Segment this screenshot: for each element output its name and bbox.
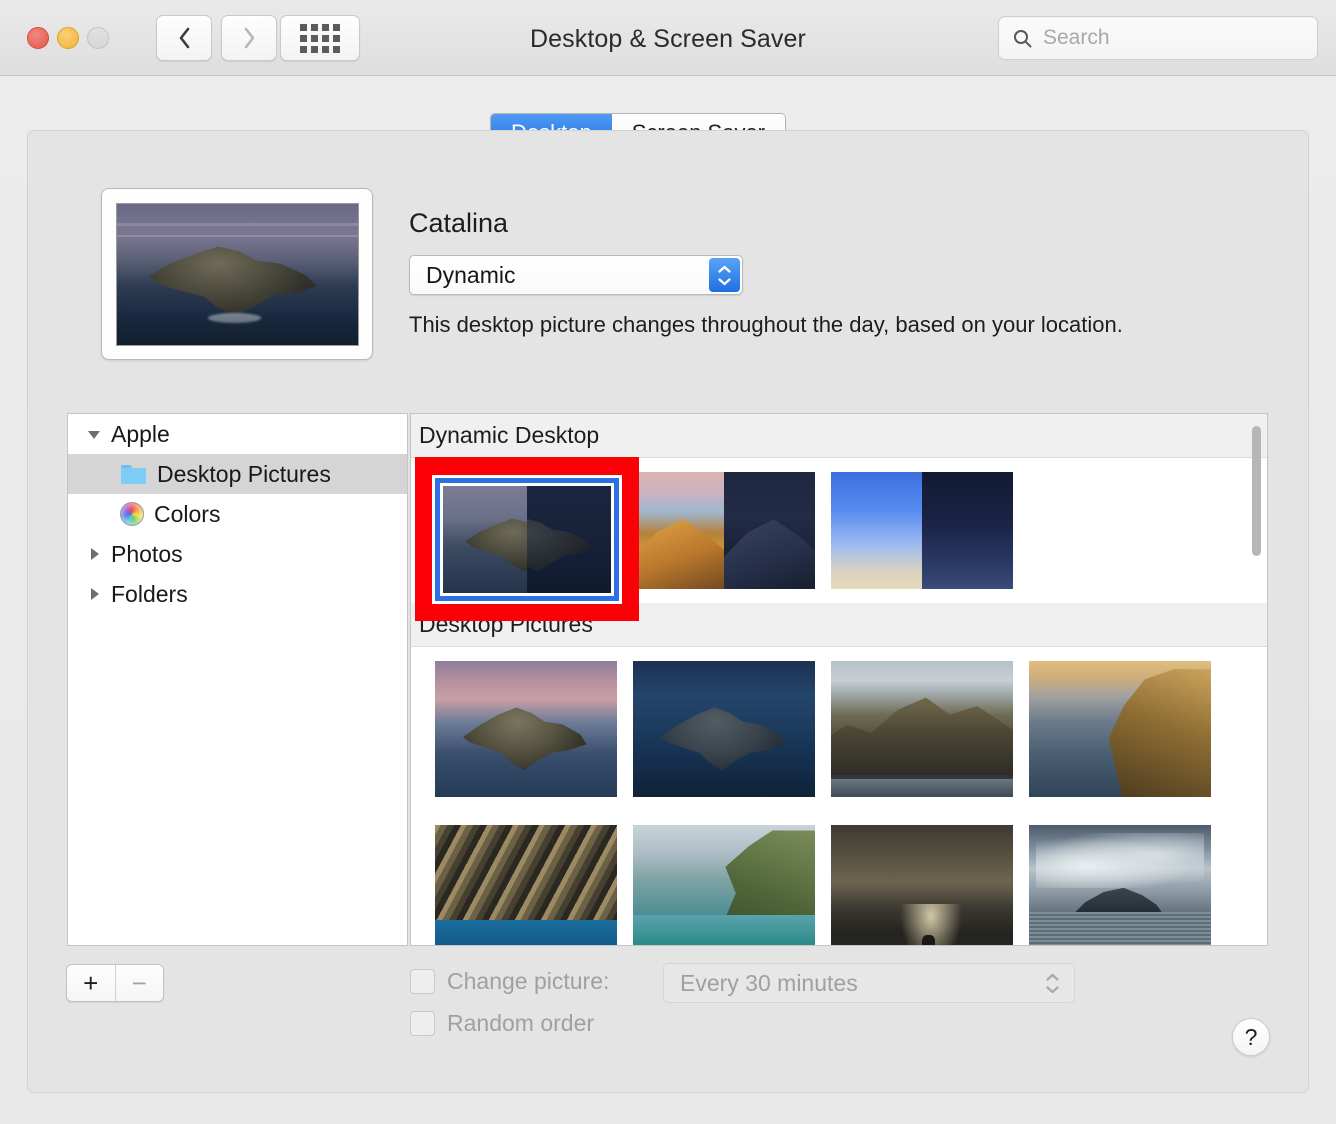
color-wheel-icon [120, 502, 144, 526]
search-field[interactable]: Search [998, 16, 1318, 60]
search-placeholder: Search [1043, 26, 1110, 50]
stepper-arrows-icon[interactable] [709, 258, 740, 292]
thumbnail-cell[interactable] [633, 825, 831, 946]
thumbnail-catalina-dynamic[interactable] [443, 486, 611, 593]
thumbnail-catalina-night[interactable] [633, 661, 815, 797]
thumbnail-cell[interactable] [633, 661, 831, 797]
current-picture-preview [101, 188, 373, 360]
selection-annotation-box [415, 457, 639, 621]
picture-description: This desktop picture changes throughout … [409, 312, 1123, 338]
change-interval-popup: Every 30 minutes [663, 963, 1075, 1003]
preview-image-catalina [116, 203, 359, 346]
desktop-pictures-row-1 [411, 647, 1267, 811]
picture-name-label: Catalina [409, 208, 508, 239]
search-icon [1013, 29, 1032, 48]
title-bar: Desktop & Screen Saver Search [0, 0, 1336, 76]
selection-ring-inner [440, 483, 614, 596]
sidebar-item-label: Photos [111, 541, 183, 568]
thumbnail-catalina-coast[interactable] [831, 661, 1013, 797]
picture-style-popup[interactable]: Dynamic [409, 255, 743, 295]
thumbnail-catalina-cliff[interactable] [1029, 661, 1211, 797]
sidebar-item-label: Colors [154, 501, 220, 528]
sidebar-item-label: Apple [111, 421, 170, 448]
disclosure-triangle-down-icon[interactable] [86, 426, 102, 442]
sidebar-item-apple[interactable]: Apple [68, 414, 407, 454]
change-picture-checkbox [410, 969, 435, 994]
thumbnail-catalina-rock[interactable] [435, 825, 617, 946]
change-interval-value: Every 30 minutes [680, 970, 858, 997]
thumbnail-catalina-shore[interactable] [633, 825, 815, 946]
random-order-label: Random order [447, 1010, 594, 1037]
picture-style-value: Dynamic [426, 262, 515, 289]
thumbnail-cell[interactable] [831, 825, 1029, 946]
change-picture-label: Change picture: [447, 968, 609, 995]
thumbnail-cell[interactable] [1029, 825, 1227, 946]
disclosure-triangle-right-icon[interactable] [86, 586, 102, 602]
sidebar-item-label: Desktop Pictures [157, 461, 331, 488]
thumbnail-cell[interactable] [831, 472, 1029, 589]
grid-scrollbar[interactable] [1250, 418, 1263, 943]
change-picture-row: Change picture: [410, 968, 609, 995]
selection-ring-outer [432, 475, 622, 604]
thumbnail-cell[interactable] [435, 661, 633, 797]
random-order-checkbox [410, 1011, 435, 1036]
thumbnail-mojave-dynamic[interactable] [633, 472, 815, 589]
sidebar-item-label: Folders [111, 581, 188, 608]
sidebar-item-colors[interactable]: Colors [68, 494, 407, 534]
thumbnail-solar-gradients[interactable] [831, 472, 1013, 589]
thumbnail-cell[interactable] [633, 472, 831, 589]
stepper-arrows-icon [1045, 973, 1060, 994]
thumbnail-catalina-dusk[interactable] [435, 661, 617, 797]
add-remove-folder-buttons: + − [66, 964, 164, 1002]
help-button[interactable]: ? [1232, 1018, 1270, 1056]
random-order-row: Random order [410, 1010, 594, 1037]
thumbnail-catalina-clouds[interactable] [1029, 825, 1211, 946]
source-list: Apple Desktop Pictures Colors Photos Fol… [67, 413, 408, 946]
thumbnail-cell[interactable] [831, 661, 1029, 797]
desktop-pictures-row-2 [411, 811, 1267, 946]
add-folder-button[interactable]: + [67, 965, 116, 1001]
blue-folder-icon [120, 464, 147, 485]
selection-ring-blue [435, 478, 619, 601]
disclosure-triangle-right-icon[interactable] [86, 546, 102, 562]
sidebar-item-photos[interactable]: Photos [68, 534, 407, 574]
remove-folder-button: − [116, 965, 164, 1001]
system-preferences-window: Desktop & Screen Saver Search Desktop Sc… [0, 0, 1336, 1124]
sidebar-item-folders[interactable]: Folders [68, 574, 407, 614]
thumbnail-cell[interactable] [1029, 661, 1227, 797]
sidebar-item-desktop-pictures[interactable]: Desktop Pictures [68, 454, 407, 494]
scrollbar-thumb[interactable] [1252, 426, 1261, 556]
group-header-dynamic-desktop: Dynamic Desktop [411, 414, 1267, 458]
thumbnail-catalina-silence[interactable] [831, 825, 1013, 946]
thumbnail-cell[interactable] [435, 825, 633, 946]
